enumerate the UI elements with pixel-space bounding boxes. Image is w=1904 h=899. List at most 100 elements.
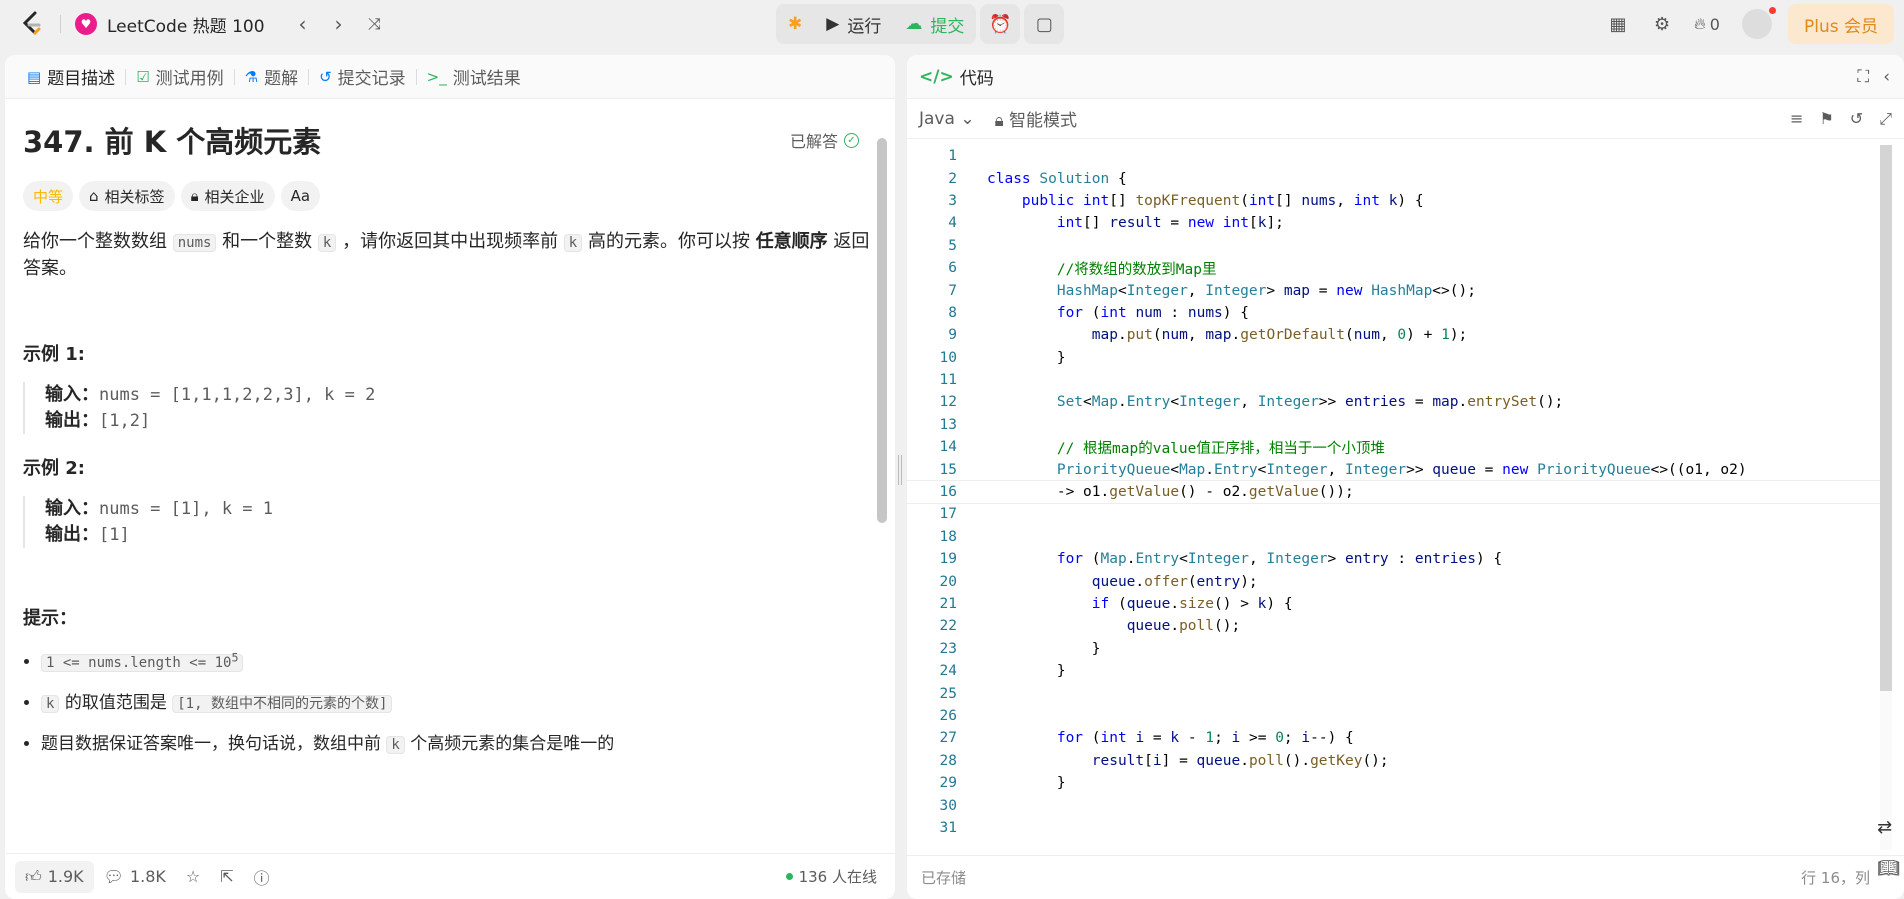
smart-mode-toggle[interactable]: 🔒︎ 智能模式 xyxy=(995,106,1077,131)
line-number: 14 xyxy=(939,439,957,456)
plus-membership-button[interactable]: Plus 会员 xyxy=(1787,4,1894,44)
tab-submissions[interactable]: ↺ 提交记录 xyxy=(309,55,416,99)
code-line[interactable]: 27 for (int i = k - 1; i >= 0; i--) { xyxy=(907,727,1892,749)
line-number: 13 xyxy=(939,416,957,433)
problem-title[interactable]: 347. 前 K 个高频元素 xyxy=(23,119,321,161)
leetcode-logo-icon[interactable] xyxy=(18,10,46,38)
tab-code[interactable]: </> 代码 xyxy=(919,64,994,90)
code-line[interactable]: 30 xyxy=(907,794,1892,816)
panel-resize-handle[interactable] xyxy=(897,455,903,485)
gear-icon[interactable]: ⚙ xyxy=(1644,6,1680,42)
code-line[interactable]: 13 xyxy=(907,414,1892,436)
code-line[interactable]: 28 result[i] = queue.poll().getKey(); xyxy=(907,750,1892,772)
online-count: 136 人在线 xyxy=(785,866,877,887)
comment-icon: 💬︎ xyxy=(103,867,124,886)
code-line[interactable]: 2 class Solution { xyxy=(907,167,1892,189)
line-number: 4 xyxy=(948,215,957,232)
code-line[interactable]: 19 for (Map.Entry<Integer, Integer> entr… xyxy=(907,548,1892,570)
flask-icon: ⚗ xyxy=(244,67,259,86)
code-line[interactable]: 31 xyxy=(907,817,1892,839)
code-line[interactable]: 1 xyxy=(907,145,1892,167)
code-line[interactable]: 11 xyxy=(907,369,1892,391)
difficulty-badge: 中等 xyxy=(23,181,74,211)
bookmark-icon[interactable]: ⚑ xyxy=(1819,109,1833,129)
like-button[interactable]: 👍︎ 1.9K xyxy=(15,860,94,893)
code-text: } xyxy=(987,663,1066,680)
tab-description[interactable]: ▤ 题目描述 xyxy=(17,55,125,99)
code-line[interactable]: 20 queue.offer(entry); xyxy=(907,570,1892,592)
code-line[interactable]: 3 public int[] topKFrequent(int[] nums, … xyxy=(907,190,1892,212)
code-line[interactable]: 14 // 根据map的value值正序排，相当于一个小顶堆 xyxy=(907,436,1892,458)
line-number: 29 xyxy=(939,775,957,792)
code-editor[interactable]: 1 2 class Solution {3 public int[] topKFre… xyxy=(907,145,1892,850)
scrollbar-thumb[interactable] xyxy=(877,138,887,523)
description-scrollbar[interactable] xyxy=(877,110,887,850)
code-line[interactable]: 5 xyxy=(907,235,1892,257)
code-text: if (queue.size() > k) { xyxy=(1091,596,1293,612)
editor-scrollbar[interactable] xyxy=(1880,145,1892,850)
language-select[interactable]: Java ⌄ xyxy=(919,109,975,129)
bug-icon: ✱ xyxy=(788,14,803,34)
code-line[interactable]: 12 Set<Map.Entry<Integer, Integer>> entr… xyxy=(907,391,1892,413)
star-button[interactable]: ☆ xyxy=(176,861,210,893)
code-line[interactable]: 18 xyxy=(907,526,1892,548)
book-icon[interactable]: 📖︎ xyxy=(1877,858,1900,879)
related-companies-button[interactable]: 🔒︎ 相关企业 xyxy=(180,181,275,211)
tab-test-results[interactable]: >_ 测试结果 xyxy=(417,55,531,99)
line-number: 22 xyxy=(939,618,957,635)
shuffle-icon[interactable]: ⤨ xyxy=(357,6,393,42)
streak-counter[interactable]: 🔥︎ 0 xyxy=(1688,14,1726,34)
note-icon[interactable]: ▢ xyxy=(1024,4,1065,44)
code-text: int[] result = new int[k]; xyxy=(1056,215,1284,232)
fire-icon: 🔥︎ xyxy=(1694,14,1706,33)
translate-button[interactable]: Aa xyxy=(280,181,321,211)
comments-button[interactable]: 💬︎ 1.8K xyxy=(94,861,176,893)
study-plan-icon: ♥ xyxy=(75,13,97,35)
code-line[interactable]: 9 map.put(num, map.getOrDefault(num, 0) … xyxy=(907,324,1892,346)
share-button[interactable]: ⇱ xyxy=(210,861,243,893)
code-line[interactable]: 26 xyxy=(907,705,1892,727)
line-number: 12 xyxy=(939,394,957,411)
tab-testcases[interactable]: ☑ 测试用例 xyxy=(126,55,233,99)
prev-problem-icon[interactable]: ‹ xyxy=(285,6,321,42)
fullscreen-icon[interactable]: ⛶ xyxy=(1857,67,1869,87)
editor-scrollbar-thumb[interactable] xyxy=(1880,145,1892,691)
code-line[interactable]: 4 int[] result = new int[k]; xyxy=(907,212,1892,234)
translate-icon: Aa xyxy=(290,187,311,205)
code-line[interactable]: 23 } xyxy=(907,638,1892,660)
code-line[interactable]: 29 } xyxy=(907,772,1892,794)
avatar[interactable] xyxy=(1741,7,1776,39)
related-tags-button[interactable]: ⌂ 相关标签 xyxy=(79,181,175,211)
solved-status: 已解答 ✓ xyxy=(790,128,859,152)
hint-item: k 的取值范围是 [1, 数组中不相同的元素的个数] xyxy=(41,690,877,717)
expand-icon[interactable]: ⤢ xyxy=(1879,109,1892,129)
next-problem-icon[interactable]: › xyxy=(321,6,357,42)
code-line[interactable]: 7 HashMap<Integer, Integer> map = new Ha… xyxy=(907,279,1892,301)
submit-button[interactable]: ☁ 提交 xyxy=(893,4,976,44)
code-line[interactable]: 17 xyxy=(907,503,1892,525)
tab-solutions[interactable]: ⚗ 题解 xyxy=(235,55,308,99)
code-line[interactable]: 24 } xyxy=(907,660,1892,682)
code-line[interactable]: 8 for (int num : nums) { xyxy=(907,302,1892,324)
layout-icon[interactable]: ▦ xyxy=(1600,6,1636,42)
collapse-icon[interactable]: ‹ xyxy=(1883,67,1890,87)
translate-side-icon[interactable]: ⇄ xyxy=(1877,817,1900,838)
code-line[interactable]: 10 } xyxy=(907,347,1892,369)
code-text: } xyxy=(987,640,1101,657)
code-line[interactable]: 6 //将数组的数放到Map里 xyxy=(907,257,1892,279)
debug-button[interactable]: ✱ xyxy=(776,4,814,44)
help-button[interactable]: ⓘ xyxy=(244,861,280,893)
code-line[interactable]: 22 queue.poll(); xyxy=(907,615,1892,637)
run-button[interactable]: ▶ 运行 xyxy=(814,4,893,44)
reset-icon[interactable]: ↺ xyxy=(1850,109,1863,129)
code-line[interactable]: 15 PriorityQueue<Map.Entry<Integer, Inte… xyxy=(907,458,1892,480)
question-icon: ⓘ xyxy=(253,868,270,888)
alarm-icon[interactable]: ⏰ xyxy=(980,4,1021,44)
format-icon[interactable]: ≡ xyxy=(1790,109,1803,129)
line-number: 6 xyxy=(948,260,957,277)
code-line[interactable]: 21 if (queue.size() > k) { xyxy=(907,593,1892,615)
study-plan-title[interactable]: LeetCode 热题 100 xyxy=(107,12,265,37)
code-line[interactable]: 25 xyxy=(907,682,1892,704)
code-line[interactable]: 16 -> o1.getValue() - o2.getValue()); xyxy=(907,479,1892,505)
code-text: //将数组的数放到Map里 xyxy=(1056,261,1217,278)
